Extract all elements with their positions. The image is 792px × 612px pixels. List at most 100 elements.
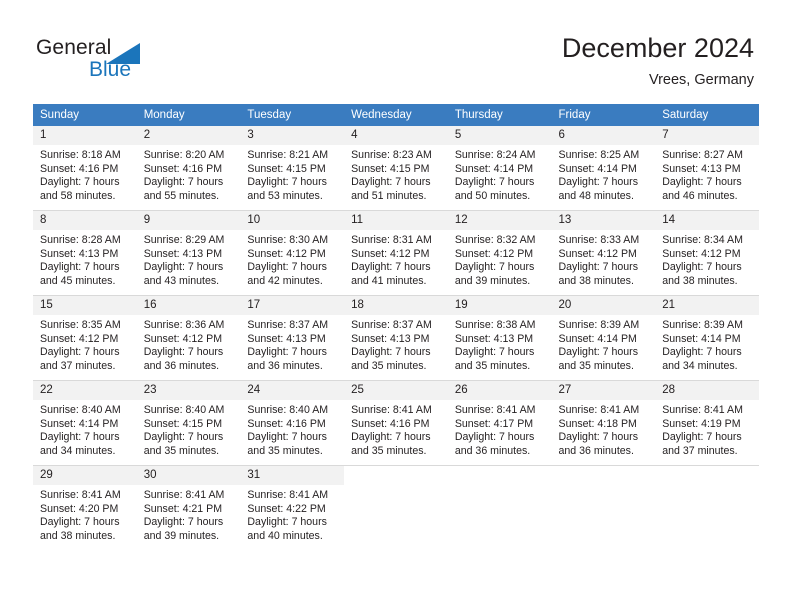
calendar-day-cell[interactable]: 26 Sunrise: 8:41 AM Sunset: 4:17 PM Dayligh…: [447, 380, 552, 466]
calendar-day-cell[interactable]: 1 Sunrise: 8:18 AM Sunset: 4:16 PM Daylight…: [33, 126, 137, 211]
day-details: [344, 485, 448, 489]
day-number: 16: [136, 296, 241, 315]
calendar-day-cell[interactable]: 17 Sunrise: 8:37 AM Sunset: 4:13 PM Dayligh…: [240, 295, 345, 381]
calendar-day-cell[interactable]: 15 Sunrise: 8:35 AM Sunset: 4:12 PM Dayligh…: [33, 295, 137, 381]
calendar-day-cell[interactable]: 9 Sunrise: 8:29 AM Sunset: 4:13 PM Daylight…: [136, 210, 241, 296]
day-cell-inner: 19 Sunrise: 8:38 AM Sunset: 4:13 PM Dayligh…: [447, 296, 552, 380]
sunrise-text: Sunrise: 8:41 AM: [143, 489, 225, 501]
daylight-text-line1: Daylight: 7 hours: [558, 261, 639, 274]
daylight-text-line1: Daylight: 7 hours: [40, 431, 120, 444]
day-number: 10: [240, 211, 345, 230]
sunset-text: Sunset: 4:16 PM: [40, 162, 119, 175]
day-cell-inner: 3 Sunrise: 8:21 AM Sunset: 4:15 PM Daylight…: [240, 126, 345, 210]
daylight-text-line1: Daylight: 7 hours: [351, 261, 431, 274]
daylight-text-line2: and 58 minutes.: [40, 189, 116, 202]
day-number: 9: [136, 211, 241, 230]
page-subtitle: Vrees, Germany: [648, 72, 754, 88]
calendar-day-cell[interactable]: 27 Sunrise: 8:41 AM Sunset: 4:18 PM Dayligh…: [551, 380, 656, 466]
calendar-day-cell[interactable]: 29 Sunrise: 8:41 AM Sunset: 4:20 PM Dayligh…: [33, 465, 137, 550]
calendar-day-cell[interactable]: 18 Sunrise: 8:37 AM Sunset: 4:13 PM Dayligh…: [344, 295, 448, 381]
sunset-text: Sunset: 4:18 PM: [558, 417, 637, 430]
calendar-day-cell[interactable]: 23 Sunrise: 8:40 AM Sunset: 4:15 PM Dayligh…: [136, 380, 241, 466]
daylight-text-line2: and 55 minutes.: [143, 189, 220, 202]
calendar-day-cell-empty: [447, 465, 552, 550]
day-number: 3: [240, 126, 345, 145]
calendar-day-cell[interactable]: 14 Sunrise: 8:34 AM Sunset: 4:12 PM Dayligh…: [655, 210, 759, 296]
calendar-day-cell[interactable]: 3 Sunrise: 8:21 AM Sunset: 4:15 PM Daylight…: [240, 126, 345, 211]
day-cell-inner: [655, 466, 759, 550]
day-cell-inner: 16 Sunrise: 8:36 AM Sunset: 4:12 PM Dayligh…: [136, 296, 241, 380]
day-number: 13: [551, 211, 656, 230]
day-number: [655, 466, 759, 485]
day-cell-inner: 24 Sunrise: 8:40 AM Sunset: 4:16 PM Dayligh…: [240, 381, 345, 465]
calendar-day-cell-empty: [344, 465, 448, 550]
calendar-day-cell[interactable]: 20 Sunrise: 8:39 AM Sunset: 4:14 PM Dayligh…: [551, 295, 656, 381]
calendar-day-cell[interactable]: 25 Sunrise: 8:41 AM Sunset: 4:16 PM Dayligh…: [344, 380, 448, 466]
calendar-day-cell[interactable]: 28 Sunrise: 8:41 AM Sunset: 4:19 PM Dayligh…: [655, 380, 759, 466]
daylight-text-line2: and 37 minutes.: [662, 444, 738, 457]
calendar-day-cell[interactable]: 22 Sunrise: 8:40 AM Sunset: 4:14 PM Dayligh…: [33, 380, 137, 466]
day-cell-inner: 22 Sunrise: 8:40 AM Sunset: 4:14 PM Dayligh…: [33, 381, 137, 465]
calendar-day-cell[interactable]: 21 Sunrise: 8:39 AM Sunset: 4:14 PM Dayligh…: [655, 295, 759, 381]
day-details: Sunrise: 8:27 AM Sunset: 4:13 PM Daylight:…: [655, 145, 759, 203]
calendar-day-cell[interactable]: 12 Sunrise: 8:32 AM Sunset: 4:12 PM Dayligh…: [447, 210, 552, 296]
day-details: Sunrise: 8:29 AM Sunset: 4:13 PM Daylight:…: [137, 230, 241, 288]
sunrise-text: Sunrise: 8:40 AM: [143, 404, 225, 416]
calendar-week-row: 1 Sunrise: 8:18 AM Sunset: 4:16 PM Daylight…: [33, 126, 759, 211]
daylight-text-line1: Daylight: 7 hours: [454, 176, 535, 189]
day-cell-inner: 23 Sunrise: 8:40 AM Sunset: 4:15 PM Dayligh…: [136, 381, 241, 465]
calendar-week-row: 8 Sunrise: 8:28 AM Sunset: 4:13 PM Daylight…: [33, 210, 759, 296]
calendar-day-cell[interactable]: 31 Sunrise: 8:41 AM Sunset: 4:22 PM Dayligh…: [240, 465, 345, 550]
daylight-text-line1: Daylight: 7 hours: [662, 346, 742, 359]
day-cell-inner: 8 Sunrise: 8:28 AM Sunset: 4:13 PM Daylight…: [33, 211, 137, 295]
calendar-day-cell[interactable]: 16 Sunrise: 8:36 AM Sunset: 4:12 PM Dayligh…: [136, 295, 241, 381]
sunrise-text: Sunrise: 8:39 AM: [662, 319, 743, 331]
day-cell-inner: 26 Sunrise: 8:41 AM Sunset: 4:17 PM Dayligh…: [447, 381, 552, 465]
daylight-text-line1: Daylight: 7 hours: [40, 176, 120, 189]
calendar-day-cell[interactable]: 24 Sunrise: 8:40 AM Sunset: 4:16 PM Dayligh…: [240, 380, 345, 466]
title-block: December 2024 Vrees, Germany: [562, 32, 754, 90]
calendar-day-cell[interactable]: 11 Sunrise: 8:31 AM Sunset: 4:12 PM Dayligh…: [344, 210, 448, 296]
day-cell-inner: 30 Sunrise: 8:41 AM Sunset: 4:21 PM Dayligh…: [136, 466, 241, 550]
calendar-day-cell[interactable]: 6 Sunrise: 8:25 AM Sunset: 4:14 PM Daylight…: [551, 126, 656, 211]
daylight-text-line2: and 46 minutes.: [662, 189, 738, 202]
sunset-text: Sunset: 4:13 PM: [40, 247, 119, 260]
sunset-text: Sunset: 4:12 PM: [247, 247, 326, 260]
sunset-text: Sunset: 4:14 PM: [558, 332, 637, 345]
weekday-header-row: Sunday Monday Tuesday Wednesday Thursday…: [33, 104, 759, 126]
daylight-text-line1: Daylight: 7 hours: [454, 261, 535, 274]
day-details: Sunrise: 8:18 AM Sunset: 4:16 PM Daylight:…: [33, 145, 137, 203]
calendar-day-cell[interactable]: 8 Sunrise: 8:28 AM Sunset: 4:13 PM Daylight…: [33, 210, 137, 296]
calendar-day-cell[interactable]: 2 Sunrise: 8:20 AM Sunset: 4:16 PM Daylight…: [136, 126, 241, 211]
day-cell-inner: 31 Sunrise: 8:41 AM Sunset: 4:22 PM Dayligh…: [240, 466, 345, 550]
sunset-text: Sunset: 4:13 PM: [351, 332, 430, 345]
calendar-day-cell[interactable]: 19 Sunrise: 8:38 AM Sunset: 4:13 PM Dayligh…: [447, 295, 552, 381]
day-details: Sunrise: 8:38 AM Sunset: 4:13 PM Daylight:…: [448, 315, 552, 373]
calendar-day-cell[interactable]: 5 Sunrise: 8:24 AM Sunset: 4:14 PM Daylight…: [447, 126, 552, 211]
daylight-text-line1: Daylight: 7 hours: [143, 516, 224, 529]
day-number: 8: [33, 211, 137, 230]
daylight-text-line1: Daylight: 7 hours: [558, 431, 639, 444]
daylight-text-line2: and 38 minutes.: [558, 274, 634, 287]
weekday-header-friday: Friday: [551, 104, 656, 126]
daylight-text-line1: Daylight: 7 hours: [143, 261, 224, 274]
brand-logo[interactable]: General Blue: [36, 36, 166, 86]
calendar-day-cell[interactable]: 4 Sunrise: 8:23 AM Sunset: 4:15 PM Daylight…: [344, 126, 448, 211]
calendar-day-cell[interactable]: 10 Sunrise: 8:30 AM Sunset: 4:12 PM Dayligh…: [240, 210, 345, 296]
calendar-day-cell[interactable]: 30 Sunrise: 8:41 AM Sunset: 4:21 PM Dayligh…: [136, 465, 241, 550]
day-number: 12: [447, 211, 552, 230]
sunrise-text: Sunrise: 8:23 AM: [351, 149, 432, 161]
day-cell-inner: 7 Sunrise: 8:27 AM Sunset: 4:13 PM Daylight…: [655, 126, 759, 210]
sunset-text: Sunset: 4:13 PM: [247, 332, 326, 345]
sunrise-text: Sunrise: 8:41 AM: [40, 489, 121, 501]
day-number: 30: [136, 466, 241, 485]
calendar-day-cell[interactable]: 13 Sunrise: 8:33 AM Sunset: 4:12 PM Dayligh…: [551, 210, 656, 296]
daylight-text-line1: Daylight: 7 hours: [247, 431, 327, 444]
calendar-day-cell-empty: [551, 465, 656, 550]
sunset-text: Sunset: 4:20 PM: [40, 502, 119, 515]
day-details: Sunrise: 8:41 AM Sunset: 4:18 PM Daylight:…: [552, 400, 656, 458]
day-details: Sunrise: 8:23 AM Sunset: 4:15 PM Daylight:…: [344, 145, 448, 203]
day-details: Sunrise: 8:40 AM Sunset: 4:16 PM Daylight:…: [240, 400, 344, 458]
daylight-text-line2: and 38 minutes.: [662, 274, 738, 287]
calendar-day-cell[interactable]: 7 Sunrise: 8:27 AM Sunset: 4:13 PM Daylight…: [655, 126, 759, 211]
